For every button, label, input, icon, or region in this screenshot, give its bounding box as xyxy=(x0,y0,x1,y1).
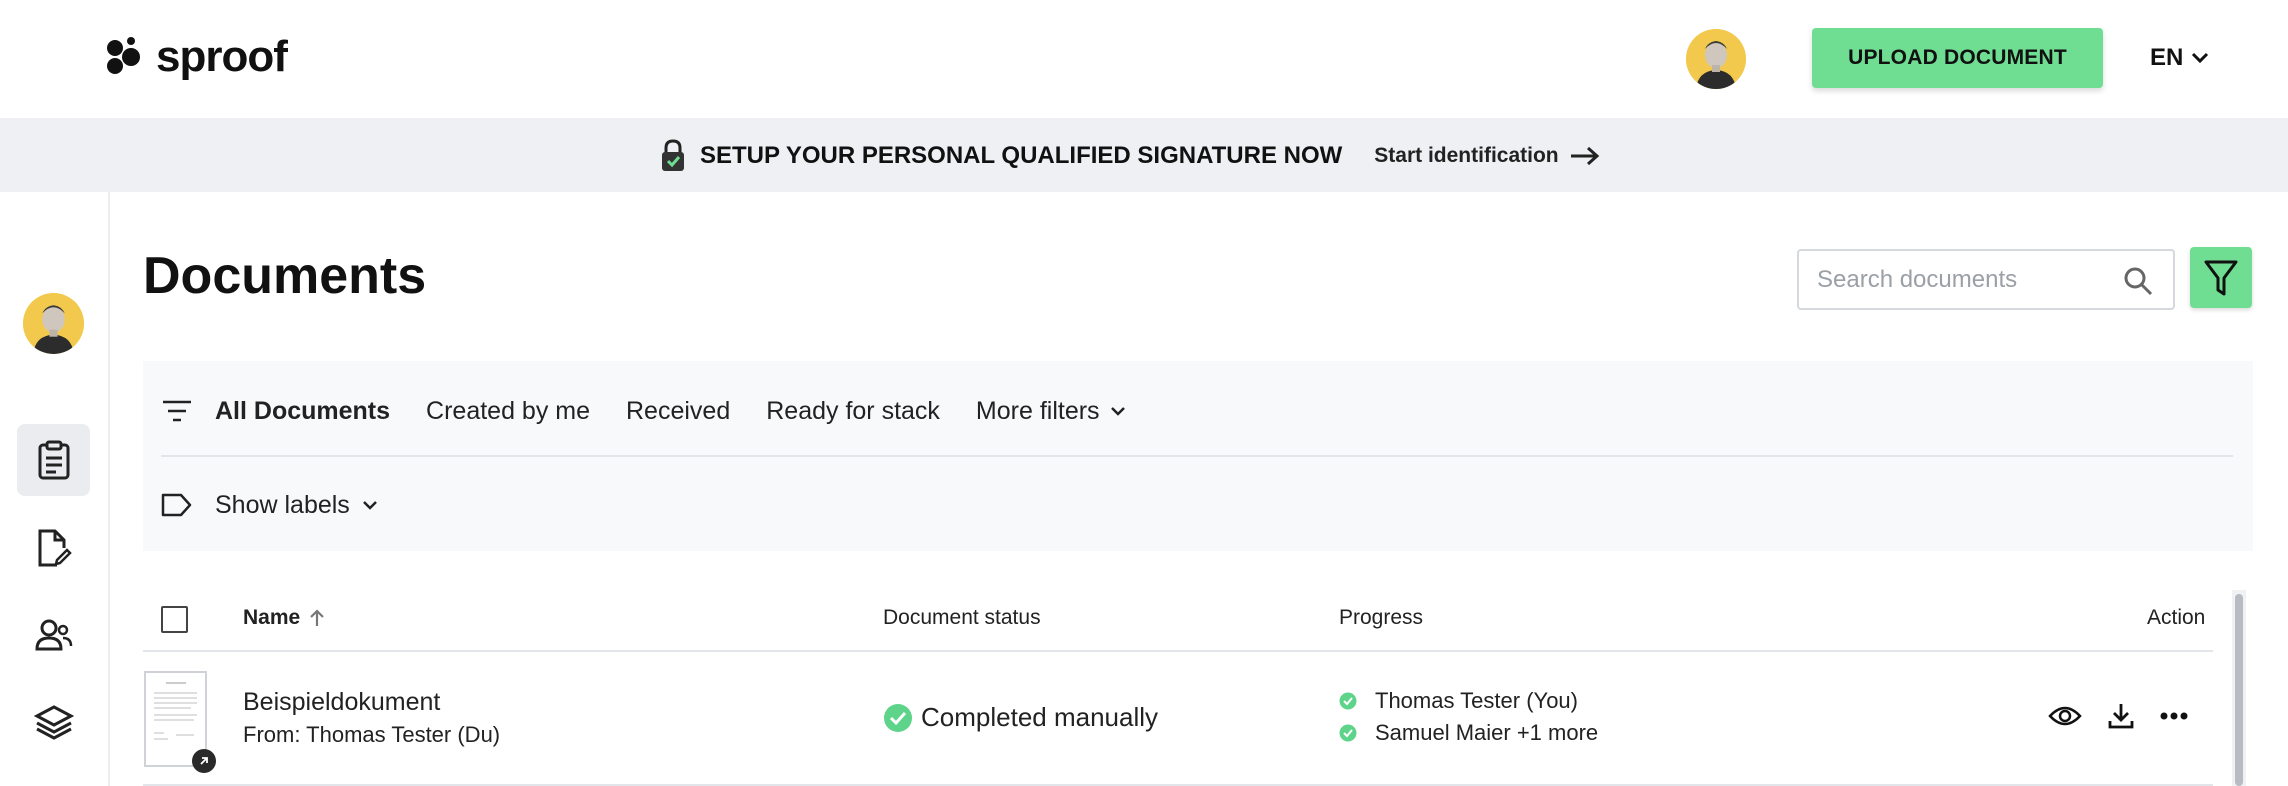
sidebar-item-sign[interactable] xyxy=(17,512,90,584)
arrow-right-icon xyxy=(1570,146,1599,166)
row-actions xyxy=(2048,702,2188,730)
page-title: Documents xyxy=(143,247,427,305)
tab-ready-for-stack[interactable]: Ready for stack xyxy=(766,397,940,426)
avatar-portrait-icon xyxy=(23,293,84,354)
tab-received[interactable]: Received xyxy=(626,397,730,426)
start-identification-link[interactable]: Start identification xyxy=(1374,144,1600,168)
tab-all-documents[interactable]: All Documents xyxy=(215,397,390,426)
filter-lines-icon xyxy=(163,400,191,422)
logo-mark-icon xyxy=(107,37,140,74)
open-external-icon[interactable] xyxy=(192,749,216,773)
panel-divider xyxy=(161,455,2233,457)
sidebar-item-stacks[interactable] xyxy=(17,686,90,758)
sidebar-item-contacts[interactable] xyxy=(17,599,90,671)
document-sender: From: Thomas Tester (Du) xyxy=(243,722,501,747)
signature-banner: SETUP YOUR PERSONAL QUALIFIED SIGNATURE … xyxy=(0,118,2288,192)
contacts-icon xyxy=(34,619,72,651)
search-icon[interactable] xyxy=(2123,266,2153,296)
document-edit-icon xyxy=(38,529,72,567)
chevron-down-icon xyxy=(362,501,377,510)
chevron-down-icon xyxy=(1110,407,1125,416)
check-circle-icon xyxy=(884,703,912,732)
tab-created-by-me[interactable]: Created by me xyxy=(426,397,590,426)
filters-panel: All Documents Created by me Received Rea… xyxy=(143,361,2253,551)
column-name[interactable]: Name xyxy=(243,606,326,630)
table-scrollbar[interactable] xyxy=(2232,590,2246,786)
progress-signer-name: Thomas Tester (You) xyxy=(1375,688,1578,713)
user-avatar[interactable] xyxy=(1686,29,1746,89)
eye-icon[interactable] xyxy=(2048,704,2082,728)
more-filters-label: More filters xyxy=(975,396,1100,425)
clipboard-icon xyxy=(38,440,69,480)
more-options-icon[interactable] xyxy=(2160,712,2188,720)
upload-document-button[interactable]: UPLOAD DOCUMENT xyxy=(1812,28,2103,88)
document-thumbnail[interactable] xyxy=(144,671,216,773)
table-header: Name Document status Progress Action xyxy=(143,590,2213,652)
check-circle-icon xyxy=(1339,724,1357,742)
avatar-portrait-icon xyxy=(1686,29,1746,89)
banner-title: SETUP YOUR PERSONAL QUALIFIED SIGNATURE … xyxy=(700,142,1343,169)
column-status: Document status xyxy=(883,606,1041,629)
table-row[interactable]: Beispieldokument From: Thomas Tester (Du… xyxy=(143,652,2213,786)
column-action: Action xyxy=(2147,606,2206,629)
funnel-icon xyxy=(2204,260,2238,295)
show-labels-toggle[interactable]: Show labels xyxy=(161,485,378,525)
language-selector[interactable]: EN xyxy=(2150,40,2209,76)
download-icon[interactable] xyxy=(2108,702,2134,730)
sidebar-item-documents[interactable] xyxy=(17,424,90,496)
lock-icon xyxy=(662,139,684,171)
top-bar: sproof UPLOAD DOCUMENT EN xyxy=(0,0,2288,118)
column-name-label: Name xyxy=(243,606,301,629)
start-identification-label: Start identification xyxy=(1374,144,1559,167)
sidebar xyxy=(0,192,110,786)
sort-ascending-icon xyxy=(310,609,324,626)
language-label: EN xyxy=(2150,44,2184,71)
filter-button[interactable] xyxy=(2190,247,2252,308)
chevron-down-icon xyxy=(2192,52,2209,64)
check-circle-icon xyxy=(1339,692,1357,710)
scrollbar-thumb[interactable] xyxy=(2235,594,2243,786)
filter-tabs: All Documents Created by me Received Rea… xyxy=(161,391,1162,431)
more-filters-dropdown[interactable]: More filters xyxy=(976,397,1126,426)
layers-icon xyxy=(33,705,74,740)
progress-signer-name[interactable]: Samuel Maier +1 more xyxy=(1375,720,1598,746)
label-tag-icon xyxy=(161,493,192,517)
document-name[interactable]: Beispieldokument xyxy=(243,688,440,717)
status-label: Completed manually xyxy=(921,702,1159,732)
logo-text: sproof xyxy=(156,32,288,81)
status-badge: Completed manually xyxy=(883,702,1158,733)
logo[interactable]: sproof xyxy=(106,30,288,84)
show-labels-label: Show labels xyxy=(215,490,350,519)
progress-signer: Thomas Tester (You) xyxy=(1339,688,1578,714)
select-all-checkbox[interactable] xyxy=(161,606,188,633)
progress-signer: Samuel Maier +1 more xyxy=(1339,720,1598,746)
column-progress: Progress xyxy=(1339,606,1424,629)
sidebar-avatar[interactable] xyxy=(23,293,84,354)
search-input[interactable] xyxy=(1799,265,2099,294)
search-box xyxy=(1797,249,2175,310)
